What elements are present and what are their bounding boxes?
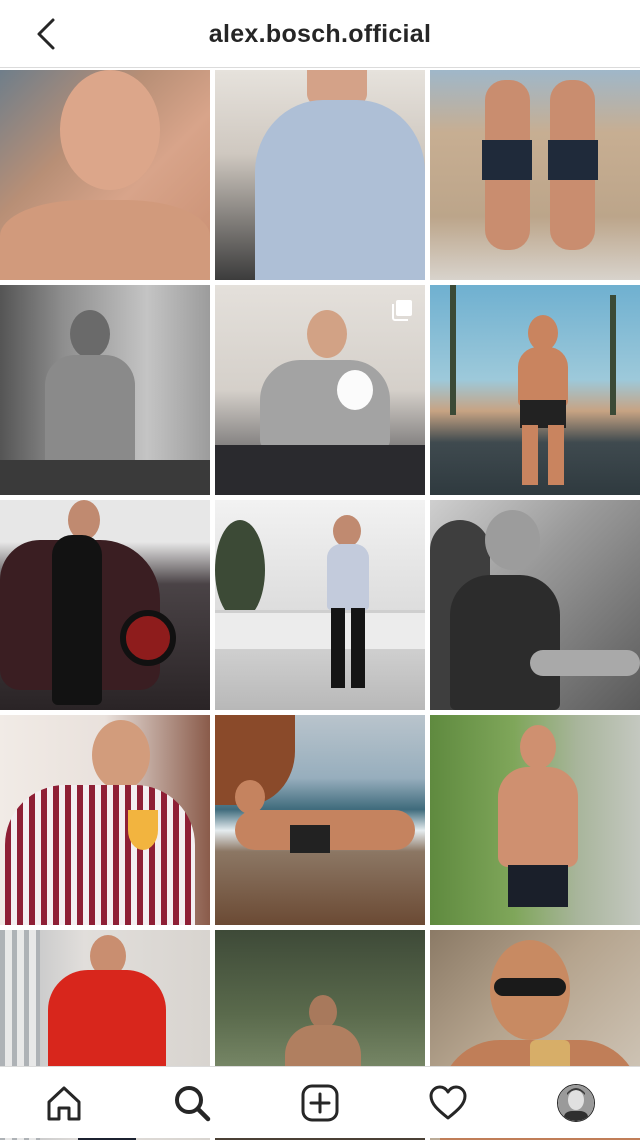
post-thumbnail[interactable] [215, 70, 425, 280]
bottom-tab-bar [0, 1066, 640, 1138]
tab-new-post[interactable] [290, 1073, 350, 1133]
tab-profile[interactable] [546, 1073, 606, 1133]
tab-home[interactable] [34, 1073, 94, 1133]
post-thumbnail[interactable] [215, 500, 425, 710]
add-post-icon [301, 1084, 339, 1121]
post-thumbnail[interactable] [0, 285, 210, 495]
profile-username: alex.bosch.official [208, 19, 432, 48]
tab-activity[interactable] [418, 1073, 478, 1133]
post-thumbnail[interactable] [430, 500, 640, 710]
search-icon [175, 1085, 211, 1121]
home-icon [47, 1086, 81, 1120]
post-thumbnail[interactable] [0, 715, 210, 925]
post-thumbnail[interactable] [215, 715, 425, 925]
post-thumbnail[interactable] [430, 70, 640, 280]
post-thumbnail[interactable] [430, 285, 640, 495]
post-thumbnail[interactable] [430, 715, 640, 925]
post-grid [0, 70, 640, 1140]
post-thumbnail[interactable] [0, 70, 210, 280]
post-thumbnail[interactable] [215, 285, 425, 495]
tab-search[interactable] [162, 1073, 222, 1133]
avatar [557, 1083, 595, 1122]
post-thumbnail[interactable] [0, 500, 210, 710]
top-bar: alex.bosch.official [0, 0, 640, 68]
profile-photo [558, 1084, 594, 1121]
carousel-icon [392, 300, 412, 321]
heart-icon [429, 1085, 467, 1119]
